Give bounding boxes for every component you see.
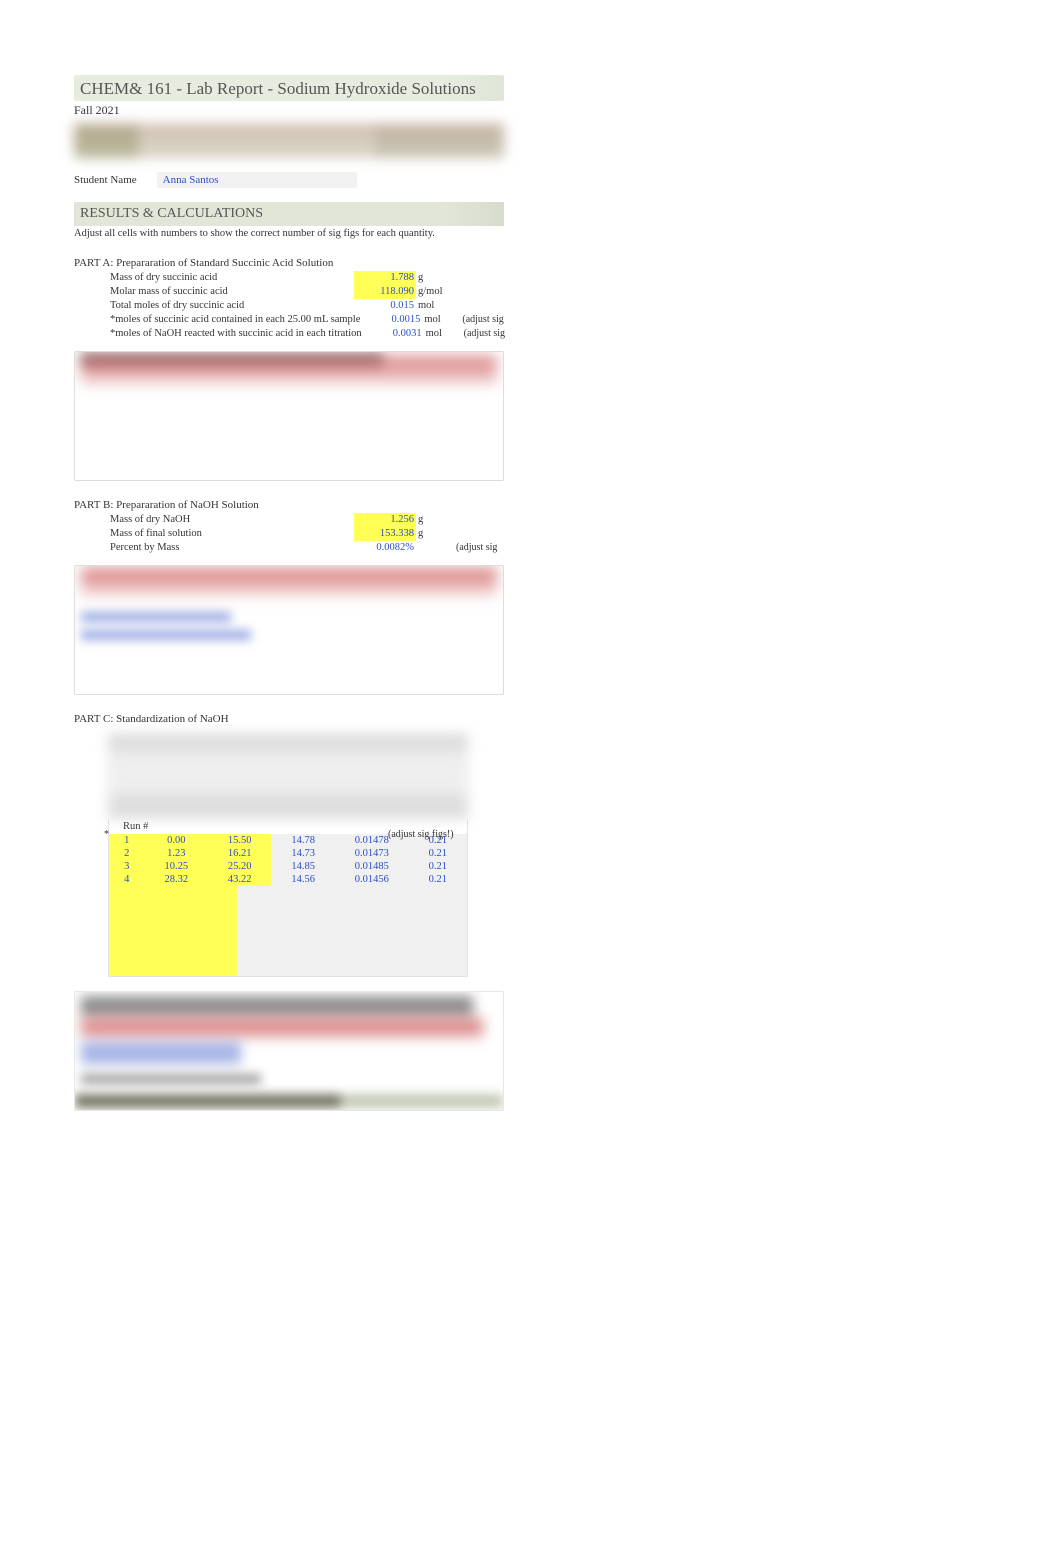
value-row: *moles of succinic acid contained in eac… [74, 313, 504, 327]
title-bar: CHEM& 161 - Lab Report - Sodium Hydroxid… [74, 75, 504, 101]
table-row: 310.2525.2014.850.014850.21 [109, 860, 467, 873]
value-cell[interactable]: 153.338 [354, 527, 416, 541]
run-col-d-cell[interactable]: 0.01473 [335, 847, 409, 860]
student-name-value: Anna Santos [163, 174, 219, 186]
run-col-a-cell[interactable]: 0.00 [145, 834, 208, 847]
value-cell[interactable]: 1.788 [354, 271, 416, 285]
value-note: (adjust sig [464, 327, 524, 341]
run-col-b-cell[interactable]: 16.21 [208, 847, 271, 860]
run-col-e-cell[interactable]: 0.21 [409, 860, 467, 873]
student-name-label: Student Name [74, 174, 137, 186]
part-c-title: PART C: Standardization of NaOH [74, 713, 504, 725]
part-a-values: Mass of dry succinic acid1.788gMolar mas… [74, 271, 504, 341]
value-label: Percent by Mass [74, 541, 354, 555]
table-row: 21.2316.2114.730.014730.21 [109, 847, 467, 860]
value-cell[interactable]: 0.0015 [360, 313, 422, 327]
part-a-title: PART A: Prepararation of Standard Succin… [74, 257, 504, 269]
results-header: RESULTS & CALCULATIONS [74, 202, 504, 226]
value-row: Mass of final solution153.338g [74, 527, 504, 541]
report-title: CHEM& 161 - Lab Report - Sodium Hydroxid… [80, 79, 498, 99]
lab-report-sheet: CHEM& 161 - Lab Report - Sodium Hydroxid… [74, 75, 504, 1111]
value-label: Mass of dry succinic acid [74, 271, 354, 285]
value-label: Mass of final solution [74, 527, 354, 541]
value-cell[interactable]: 0.015 [354, 299, 416, 313]
blurred-header-region [74, 124, 504, 158]
run-number-cell[interactable]: 1 [109, 834, 145, 847]
value-label: Total moles of dry succinic acid [74, 299, 354, 313]
run-col-d-cell[interactable]: 0.01485 [335, 860, 409, 873]
run-number-cell[interactable]: 2 [109, 847, 145, 860]
value-label: Mass of dry NaOH [74, 513, 354, 527]
value-note: (adjust sig [456, 541, 516, 555]
footnote-star: * [104, 829, 109, 840]
run-col-c-cell[interactable]: 14.78 [271, 834, 334, 847]
run-col-b-cell[interactable]: 25.20 [208, 860, 271, 873]
value-cell[interactable]: 0.0082% [354, 541, 416, 555]
table-header-blurred [108, 733, 468, 819]
run-col-c-cell[interactable]: 14.85 [271, 860, 334, 873]
table-empty-region [109, 886, 467, 976]
run-number-cell[interactable]: 3 [109, 860, 145, 873]
value-row: Mass of dry succinic acid1.788g [74, 271, 504, 285]
part-b-work-box [74, 565, 504, 695]
run-col-a-cell[interactable]: 1.23 [145, 847, 208, 860]
run-col-c-cell[interactable]: 14.73 [271, 847, 334, 860]
run-col-b-cell[interactable]: 15.50 [208, 834, 271, 847]
run-number-cell[interactable]: 4 [109, 873, 145, 886]
run-col-d-cell[interactable]: 0.01456 [335, 873, 409, 886]
run-col-c-cell[interactable]: 14.56 [271, 873, 334, 886]
value-note: (adjust sig [462, 313, 522, 327]
value-row: *moles of NaOH reacted with succinic aci… [74, 327, 504, 341]
student-name-field[interactable]: Anna Santos [157, 172, 357, 188]
run-col-e-cell[interactable]: 0.21 [409, 873, 467, 886]
value-cell[interactable]: 1.256 [354, 513, 416, 527]
value-unit: mol [422, 313, 462, 327]
value-unit: g [416, 527, 456, 541]
value-unit: mol [416, 299, 456, 313]
value-row: Percent by Mass0.0082%(adjust sig [74, 541, 504, 555]
value-row: Total moles of dry succinic acid0.015mol [74, 299, 504, 313]
value-unit: g [416, 271, 456, 285]
value-label: Molar mass of succinic acid [74, 285, 354, 299]
table-body: Run # 10.0015.5014.780.014780.2121.2316.… [108, 819, 468, 977]
value-unit: g [416, 513, 456, 527]
part-b-values: Mass of dry NaOH1.256gMass of final solu… [74, 513, 504, 555]
value-cell[interactable]: 0.0031 [362, 327, 424, 341]
student-row: Student Name Anna Santos [74, 172, 504, 188]
part-c-table: Run # 10.0015.5014.780.014780.2121.2316.… [108, 733, 468, 977]
table-row: 428.3243.2214.560.014560.21 [109, 873, 467, 886]
value-unit: g/mol [416, 285, 456, 299]
term-text: Fall 2021 [74, 103, 504, 118]
part-a-work-box [74, 351, 504, 481]
adjust-sig-figs-note: (adjust sig figs!) [388, 829, 454, 840]
run-col-a-cell[interactable]: 28.32 [145, 873, 208, 886]
part-b-title: PART B: Prepararation of NaOH Solution [74, 499, 504, 511]
value-label: *moles of succinic acid contained in eac… [74, 313, 360, 327]
value-cell[interactable]: 118.090 [354, 285, 416, 299]
run-col-e-cell[interactable]: 0.21 [409, 847, 467, 860]
value-label: *moles of NaOH reacted with succinic aci… [74, 327, 362, 341]
value-unit: mol [424, 327, 464, 341]
runs-table: 10.0015.5014.780.014780.2121.2316.2114.7… [109, 834, 467, 886]
run-col-b-cell[interactable]: 43.22 [208, 873, 271, 886]
value-row: Mass of dry NaOH1.256g [74, 513, 504, 527]
value-row: Molar mass of succinic acid118.090g/mol [74, 285, 504, 299]
results-note: Adjust all cells with numbers to show th… [74, 228, 504, 239]
run-col-a-cell[interactable]: 10.25 [145, 860, 208, 873]
part-c-work-box [74, 991, 504, 1111]
